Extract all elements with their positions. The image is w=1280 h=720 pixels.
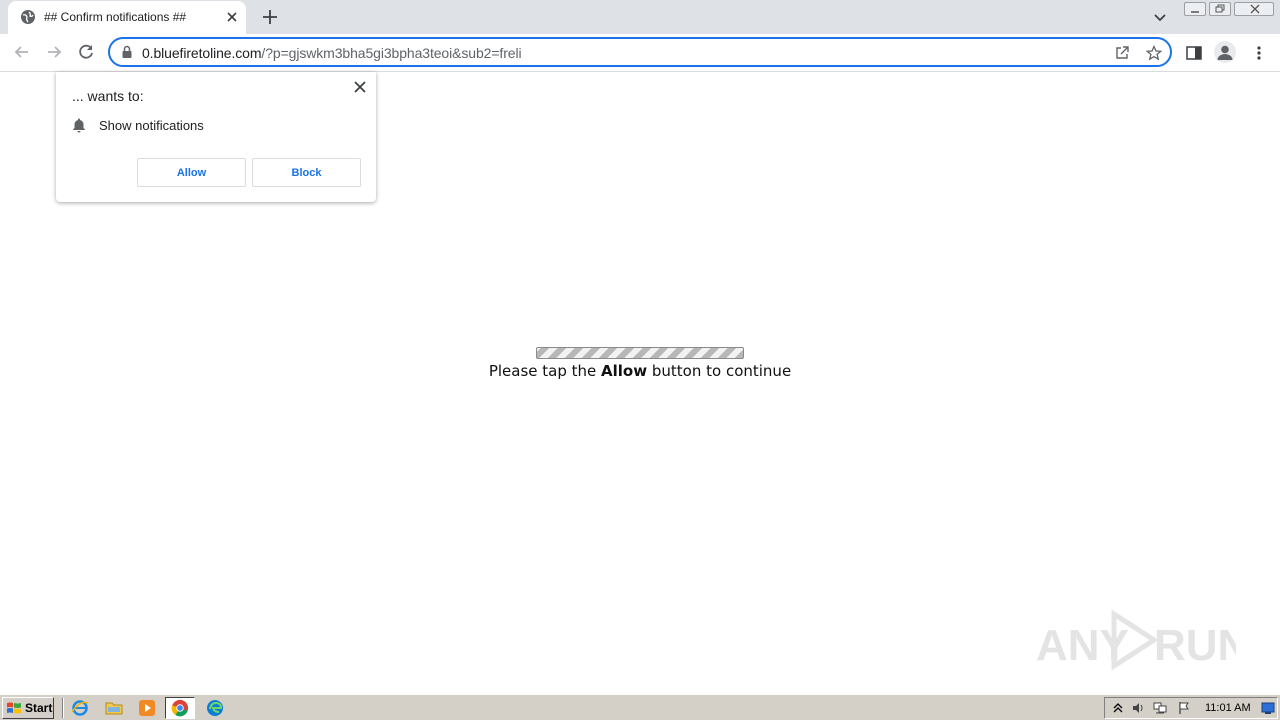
tab-strip: ## Confirm notifications ## [0,0,1280,34]
taskbar-clock[interactable]: 11:01 AM [1205,702,1251,714]
popup-origin-text: ... wants to: [72,88,144,104]
folder-icon[interactable] [104,698,124,718]
tab-active[interactable]: ## Confirm notifications ## [8,1,246,34]
tab-title: ## Confirm notifications ## [44,10,187,24]
taskbar-separator [62,698,64,718]
restore-button[interactable] [1209,2,1231,16]
more-vert-icon[interactable] [1250,44,1268,62]
message-bold: Allow [601,362,648,380]
window-close-button[interactable] [1234,2,1274,16]
chevron-down-icon[interactable] [1152,9,1168,25]
show-desktop-icon[interactable] [1261,701,1275,715]
page-message: Please tap the Allow button to continue [0,362,1280,380]
edge-icon[interactable] [205,698,225,718]
taskbar: Start 11:01 AM [0,694,1280,720]
windows-logo-icon [7,702,21,714]
tray-expand-icon[interactable] [1111,701,1125,715]
chrome-icon [171,699,189,717]
profile-icon[interactable] [1214,41,1236,63]
plus-icon[interactable] [260,7,280,27]
notification-permission-popup: ... wants to: Show notifications Allow B… [56,72,376,202]
close-icon [1250,4,1260,14]
network-icon[interactable] [1153,701,1167,715]
allow-button[interactable]: Allow [137,158,246,187]
star-icon[interactable] [1146,45,1162,61]
media-player-icon[interactable] [137,698,157,718]
chrome-taskbar-button[interactable] [165,697,195,719]
message-after: button to continue [651,362,792,380]
volume-icon[interactable] [1131,701,1145,715]
url-text[interactable]: 0.bluefiretoline.com/?p=gjswkm3bha5gi3bp… [142,45,522,61]
action-center-flag-icon[interactable] [1177,701,1191,715]
message-before: Please tap the [488,362,597,380]
start-button[interactable]: Start [2,697,54,719]
system-tray: 11:01 AM [1104,697,1278,719]
back-arrow-icon[interactable] [12,42,32,62]
close-icon[interactable] [224,9,240,25]
internet-explorer-icon[interactable] [70,698,90,718]
close-icon[interactable] [353,80,367,94]
bell-icon [73,118,85,133]
permission-label: Show notifications [99,118,204,133]
loading-progress-bar [536,347,744,359]
address-bar[interactable]: 0.bluefiretoline.com/?p=gjswkm3bha5gi3bp… [108,37,1172,67]
side-panel-icon[interactable] [1185,44,1203,62]
avatar [1217,45,1233,60]
url-path: /?p=gjswkm3bha5gi3bpha3teoi&sub2=freli [261,45,522,61]
minimize-button[interactable] [1184,2,1206,16]
lock-icon[interactable] [120,45,134,59]
forward-arrow-icon[interactable] [44,42,64,62]
minimize-icon [1191,11,1199,13]
share-icon[interactable] [1114,45,1130,61]
block-button[interactable]: Block [252,158,361,187]
restore-icon [1215,4,1225,13]
start-label: Start [25,701,53,715]
watermark-text-right: RUN [1154,621,1236,670]
anyrun-watermark: ANY RUN [1036,609,1236,671]
browser-toolbar: 0.bluefiretoline.com/?p=gjswkm3bha5gi3bp… [0,34,1280,72]
url-host: 0.bluefiretoline.com [142,45,262,61]
reload-icon[interactable] [76,42,96,62]
globe-icon [21,10,35,24]
